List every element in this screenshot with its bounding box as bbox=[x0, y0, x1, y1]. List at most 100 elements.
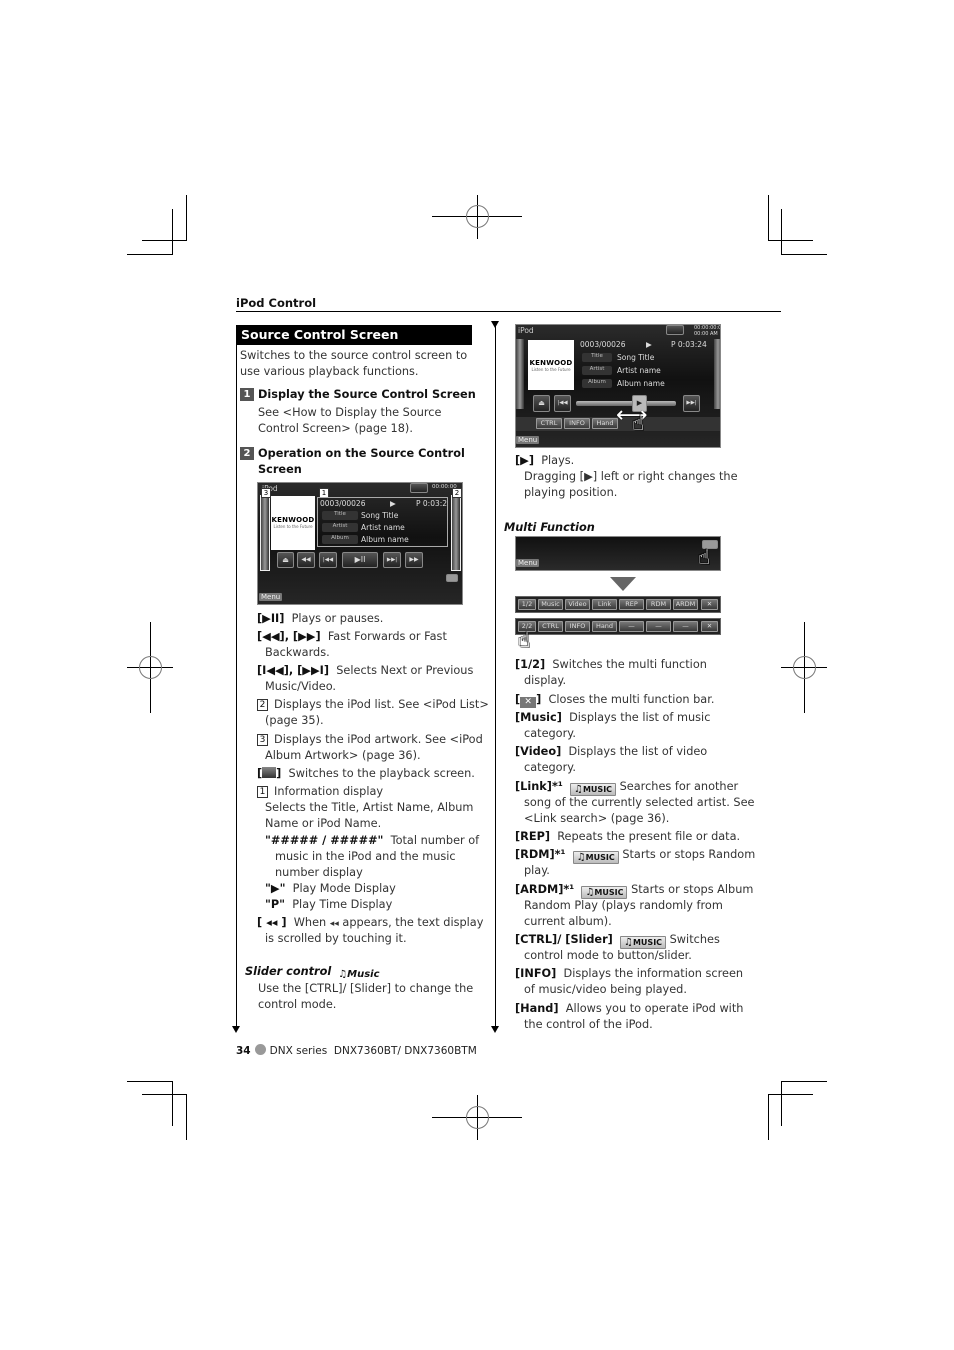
menu-button: Menu bbox=[516, 559, 540, 567]
item-cont: Music/Video. bbox=[265, 680, 336, 693]
next-button: ▶▶| bbox=[683, 395, 700, 412]
item-key: "##### / #####" bbox=[265, 834, 384, 847]
bar2-button-empty-3: — bbox=[673, 621, 698, 632]
item-text: Fast Forwards or Fast bbox=[327, 630, 447, 643]
multi-function-bar-1: 1/2 Music Video Link REP RDM ARDM ✕ bbox=[515, 596, 721, 613]
slider-control-heading: Slider control ♫Music bbox=[245, 964, 383, 982]
item-text: Switches bbox=[669, 933, 720, 946]
step-2-title: 2 Operation on the Source Control bbox=[240, 446, 465, 462]
item-text: Selects Next or Previous bbox=[336, 664, 474, 677]
menu-button: Menu bbox=[516, 436, 540, 444]
field-label-title: Title bbox=[322, 511, 358, 520]
item-key: [CTRL]/ [Slider] bbox=[515, 933, 613, 946]
item-text: Displays the iPod artwork. See <iPod bbox=[274, 733, 483, 746]
item-cont: category. bbox=[524, 761, 576, 774]
field-label-album: Album bbox=[322, 535, 358, 544]
item-key: [▶II] bbox=[257, 612, 285, 625]
clock-line-2: 00:00 AM bbox=[694, 331, 718, 337]
item-key: [RDM]*¹ bbox=[515, 848, 566, 861]
item-text: Displays the iPod list. See <iPod List> bbox=[274, 698, 489, 711]
album-artwork: KENWOOD Listen to the Future bbox=[271, 496, 315, 550]
step-body: See <How to Display the Source Control S… bbox=[258, 406, 442, 435]
column-flow-line-left bbox=[236, 345, 237, 1027]
step-number: 2 bbox=[240, 447, 254, 460]
bar-button-info: INFO bbox=[564, 418, 590, 429]
item-text: Switches the multi function bbox=[552, 658, 707, 671]
play-mode: ▶ bbox=[646, 340, 652, 349]
playback-screen-icon: [] bbox=[257, 767, 282, 780]
info-sub-total: "##### / #####" Total number of bbox=[265, 833, 479, 849]
field-label-title: Title bbox=[582, 353, 612, 362]
item-text: Allows you to operate iPod with bbox=[565, 1002, 744, 1015]
eject-button: ⏏ bbox=[277, 552, 294, 568]
item-hand: [Hand] Allows you to operate iPod with bbox=[515, 1001, 743, 1017]
page-number: 34 bbox=[236, 1045, 251, 1057]
item-play-pause: [▶II] Plays or pauses. bbox=[257, 611, 383, 627]
info-sub-play-time: "P" Play Time Display bbox=[265, 897, 392, 913]
scroll-glyph-icon: ◂◂ bbox=[329, 919, 339, 929]
list-strip bbox=[714, 339, 720, 409]
item-play: [▶] Plays. bbox=[515, 453, 574, 469]
bar1-button-video: Video bbox=[565, 599, 590, 610]
item-cont: song of the currently selected artist. S… bbox=[524, 796, 755, 809]
list-strip bbox=[451, 495, 461, 571]
item-key: "▶" bbox=[265, 882, 286, 895]
footer-dot-icon bbox=[254, 1044, 266, 1055]
field-label-artist: Artist bbox=[322, 523, 358, 532]
item-text: Plays. bbox=[541, 454, 575, 467]
field-label-artist: Artist bbox=[582, 366, 612, 375]
play-time: P 0:03:2 bbox=[416, 499, 448, 508]
item-text: Closes the multi function bar. bbox=[548, 693, 715, 706]
item-cont: <Link search> (page 36). bbox=[524, 812, 670, 825]
album-artwork: KENWOOD Listen to the Future bbox=[528, 340, 574, 390]
item-cont: Album Artwork> (page 36). bbox=[265, 749, 421, 762]
badge-text: MUSIC bbox=[585, 853, 615, 862]
slider-body: control mode. bbox=[258, 998, 337, 1011]
item-cont: Dragging [▶] left or right changes the bbox=[524, 470, 738, 483]
item-next-previous: [I◀◀], [▶▶I] Selects Next or Previous bbox=[257, 663, 473, 679]
source-label: iPod bbox=[518, 326, 534, 335]
item-key: [REP] bbox=[515, 830, 551, 843]
list-toggle-button bbox=[410, 483, 428, 493]
play-pause-button: ▶II bbox=[342, 552, 378, 568]
field-value-album: Album name bbox=[361, 535, 409, 544]
music-note-icon: ♫ bbox=[624, 937, 633, 948]
play-time: P 0:03:24 bbox=[671, 340, 707, 349]
item-text: Play Mode Display bbox=[292, 882, 396, 895]
fast-forward-button: ▶▶ bbox=[405, 552, 423, 568]
intro-text: Switches to the source control screen to… bbox=[240, 348, 468, 380]
item-cont: display. bbox=[524, 674, 567, 687]
close-bar-icon: [✕] bbox=[515, 693, 542, 708]
model-names: DNX7360BT/ DNX7360BTM bbox=[333, 1045, 477, 1057]
item-text: Total number of bbox=[390, 834, 480, 847]
item-cont: (page 35). bbox=[265, 714, 324, 727]
item-text: appears, the text display bbox=[342, 916, 484, 929]
item-text: Displays the list of music bbox=[569, 711, 711, 724]
step-title: Operation on the Source Control bbox=[258, 447, 465, 460]
source-control-screenshot: iPod 00:00:00 3 2 1 KENWOOD Listen to th… bbox=[257, 482, 463, 605]
item-cont: of music/video being played. bbox=[524, 983, 687, 996]
item-scroll: [ ◂◂ ] When ◂◂ appears, the text display bbox=[257, 915, 483, 932]
item-cont: the control of the iPod. bbox=[524, 1018, 653, 1031]
item-cont: number display bbox=[275, 866, 363, 879]
item-key: [◀◀], [▶▶] bbox=[257, 630, 321, 643]
multi-function-collapsed-screenshot: Menu ☝ bbox=[515, 536, 721, 571]
field-value-title: Song Title bbox=[361, 511, 399, 520]
item-cont: playing position. bbox=[524, 486, 618, 499]
badge-text: Music bbox=[347, 969, 380, 980]
page-title: Source Control Screen bbox=[236, 325, 472, 345]
item-box-number: 3 bbox=[257, 734, 268, 746]
kenwood-tagline: Listen to the Future bbox=[273, 524, 313, 529]
step-number: 1 bbox=[240, 388, 254, 401]
slider-screenshot: iPod 00:00:00:00 00:00 AM KENWOOD Listen… bbox=[515, 324, 721, 448]
item-cont: category. bbox=[524, 727, 576, 740]
pointing-hand-icon: ☝ bbox=[518, 628, 531, 652]
bar1-button-music: Music bbox=[538, 599, 563, 610]
info-desc: Selects the Title, Artist Name, Album bbox=[265, 801, 474, 814]
item-music: [Music] Displays the list of music bbox=[515, 710, 710, 726]
previous-button: |◀◀ bbox=[319, 552, 337, 568]
info-sub-play-mode: "▶" Play Mode Display bbox=[265, 881, 396, 897]
flow-arrow-right bbox=[491, 1026, 499, 1033]
item-cont: Random Play (plays randomly from bbox=[524, 899, 723, 912]
close-bar-button: ✕ bbox=[701, 621, 718, 632]
